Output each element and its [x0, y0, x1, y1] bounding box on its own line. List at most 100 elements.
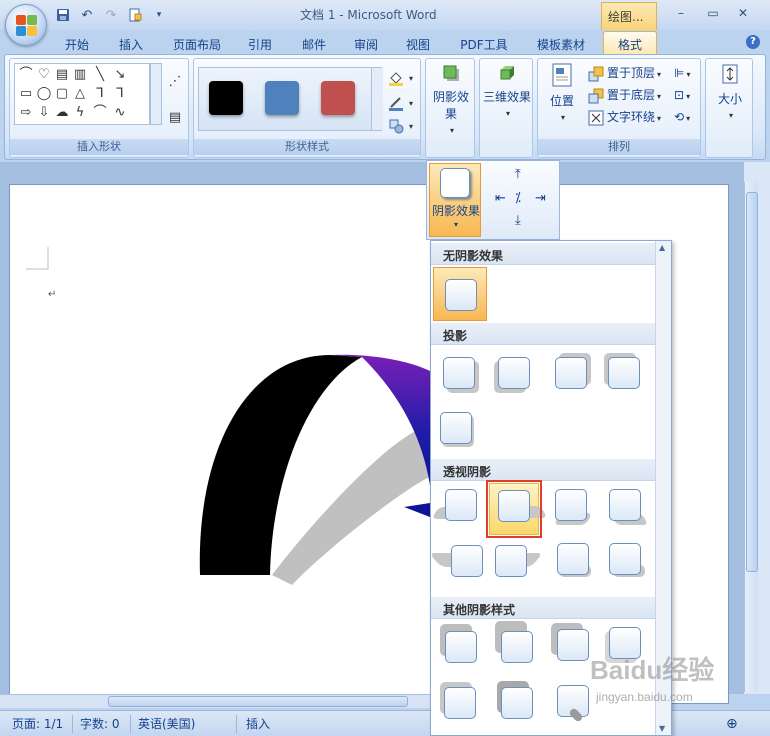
language-status[interactable]: 英语(美国): [138, 715, 195, 733]
shape-outline-button[interactable]: ▾: [388, 92, 413, 112]
shadow-effects-ribbon-button[interactable]: 阴影效果 ▾: [428, 63, 474, 136]
vertical-textbox-icon[interactable]: ▥: [71, 66, 89, 84]
down-arrow-icon[interactable]: ⇩: [35, 104, 53, 122]
drop-shadow-1[interactable]: [443, 357, 483, 397]
minimize-button[interactable]: –: [671, 6, 691, 20]
print-preview-icon[interactable]: [126, 6, 144, 24]
send-to-back-button[interactable]: 置于底层 ▾: [588, 85, 661, 105]
perspective-shadow-3[interactable]: [553, 489, 595, 529]
word-count[interactable]: 字数: 0: [80, 715, 120, 733]
other-shadow-3[interactable]: [551, 623, 595, 667]
right-arrow-icon[interactable]: ⇨: [17, 104, 35, 122]
heart-icon[interactable]: ♡: [35, 66, 53, 84]
customize-qat-icon[interactable]: ▾: [150, 6, 168, 24]
shape-style-gallery[interactable]: [198, 67, 383, 131]
shapes-scroll[interactable]: [150, 63, 162, 125]
line-icon[interactable]: ╲: [91, 66, 109, 84]
nudge-shadow-down-icon[interactable]: ⤓: [515, 213, 521, 228]
drop-shadow-5[interactable]: [439, 411, 479, 451]
undo-icon[interactable]: ↶: [78, 6, 96, 24]
other-shadow-7[interactable]: [555, 685, 595, 725]
tab-format[interactable]: 格式: [603, 31, 657, 55]
style-gallery-scroll[interactable]: [371, 68, 383, 130]
tab-pdf-tools[interactable]: PDF工具: [452, 34, 516, 54]
close-button[interactable]: ✕: [733, 6, 753, 20]
vertical-scrollbar[interactable]: [744, 182, 758, 692]
tab-references[interactable]: 引用: [240, 34, 280, 54]
shadow-preview-icon: [440, 168, 470, 198]
elbow-connector-icon[interactable]: ⅂: [91, 85, 109, 103]
draw-textbox-icon[interactable]: ▤: [166, 109, 184, 127]
rounded-rect-icon[interactable]: ▢: [53, 85, 71, 103]
shape-fill-button[interactable]: ▾: [388, 67, 413, 87]
other-shadow-6[interactable]: [497, 681, 541, 725]
perspective-shadow-1[interactable]: [431, 489, 483, 529]
lightning-icon[interactable]: ϟ: [71, 104, 89, 122]
save-icon[interactable]: [54, 6, 72, 24]
horizontal-scrollbar[interactable]: [0, 694, 430, 708]
shapes-gallery[interactable]: ⌒ ♡ ▤ ▥ ╲ ↘ ▭ ◯ ▢ △ ⅂ ⅂ ⇨ ⇩ ☁ ϟ ⌒ ∿: [14, 63, 150, 125]
style-swatch-blue[interactable]: [265, 81, 299, 115]
edit-shape-icon[interactable]: ⋰: [166, 73, 184, 91]
maximize-button[interactable]: ▭: [703, 6, 723, 20]
vertical-scroll-thumb[interactable]: [746, 192, 758, 572]
freeform-icon[interactable]: ⌒: [17, 66, 35, 84]
size-button[interactable]: 大小 ▾: [708, 63, 752, 121]
rectangle-icon[interactable]: ▭: [17, 85, 35, 103]
text-wrap-button[interactable]: 文字环绕 ▾: [588, 107, 661, 127]
drop-shadow-4[interactable]: [604, 353, 647, 397]
tab-insert[interactable]: 插入: [110, 34, 152, 54]
no-shadow-option[interactable]: [433, 267, 487, 321]
drop-shadow-2[interactable]: [494, 357, 537, 397]
align-icon[interactable]: ⊫ ▾: [674, 63, 690, 83]
other-shadow-1[interactable]: [440, 624, 483, 667]
shape-styles-label: 形状样式: [194, 139, 420, 155]
change-shape-button[interactable]: ▾: [388, 115, 413, 135]
arrow-line-icon[interactable]: ↘: [111, 66, 129, 84]
tab-template-materials[interactable]: 模板素材: [528, 34, 594, 54]
page-count[interactable]: 页面: 1/1: [12, 715, 63, 733]
elbow-arrow-icon[interactable]: ⅂: [111, 85, 129, 103]
callout-icon[interactable]: ☁: [53, 104, 71, 122]
quick-access-toolbar: ↶ ↷ ▾: [54, 5, 168, 25]
shadow-effects-button-active[interactable]: 阴影效果 ▾: [429, 163, 481, 237]
nudge-shadow-right-icon[interactable]: ⇥: [535, 191, 546, 206]
drop-shadow-3[interactable]: [555, 353, 595, 397]
rotate-icon[interactable]: ⟲ ▾: [674, 107, 690, 127]
style-swatch-red[interactable]: [321, 81, 355, 115]
group-icon[interactable]: ⊡ ▾: [674, 85, 690, 105]
other-shadow-5[interactable]: [440, 682, 483, 725]
perspective-shadow-8[interactable]: [607, 543, 647, 583]
triangle-icon[interactable]: △: [71, 85, 89, 103]
redo-icon[interactable]: ↷: [102, 6, 120, 24]
office-button[interactable]: [5, 4, 47, 46]
tab-mailings[interactable]: 邮件: [294, 34, 334, 54]
textbox-icon[interactable]: ▤: [53, 66, 71, 84]
arrange-group: 位置 ▾ 置于顶层 ▾ 置于底层 ▾ 文字环绕 ▾ ⊫ ▾ ⊡ ▾ ⟲ ▾ 排列: [537, 58, 701, 158]
horizontal-scroll-thumb[interactable]: [108, 696, 408, 707]
tab-page-layout[interactable]: 页面布局: [164, 34, 230, 54]
insert-mode[interactable]: 插入: [246, 715, 270, 733]
oval-icon[interactable]: ◯: [35, 85, 53, 103]
shadow-toggle-icon[interactable]: ⁒: [515, 191, 521, 206]
perspective-shadow-5[interactable]: [429, 543, 489, 583]
curve-icon[interactable]: ⌒: [91, 104, 109, 122]
scribble-icon[interactable]: ∿: [111, 104, 129, 122]
insert-shapes-label: 插入形状: [10, 139, 188, 155]
section-no-shadow: 无阴影效果: [431, 243, 657, 265]
perspective-shadow-7[interactable]: [555, 543, 595, 583]
position-button[interactable]: 位置 ▾: [542, 63, 582, 123]
tab-review[interactable]: 审阅: [346, 34, 386, 54]
other-shadow-2[interactable]: [495, 621, 541, 667]
help-icon[interactable]: ?: [746, 35, 760, 49]
3d-effects-button[interactable]: 三维效果 ▾: [482, 63, 532, 119]
nudge-shadow-left-icon[interactable]: ⇤: [495, 191, 506, 206]
zoom-in-icon[interactable]: ⊕: [726, 715, 738, 733]
perspective-shadow-6[interactable]: [493, 543, 543, 583]
nudge-shadow-up-icon[interactable]: ⤒: [515, 167, 521, 182]
bring-to-front-button[interactable]: 置于顶层 ▾: [588, 63, 661, 83]
tab-view[interactable]: 视图: [398, 34, 438, 54]
tab-home[interactable]: 开始: [56, 34, 98, 54]
perspective-shadow-4[interactable]: [607, 489, 649, 529]
style-swatch-black[interactable]: [209, 81, 243, 115]
